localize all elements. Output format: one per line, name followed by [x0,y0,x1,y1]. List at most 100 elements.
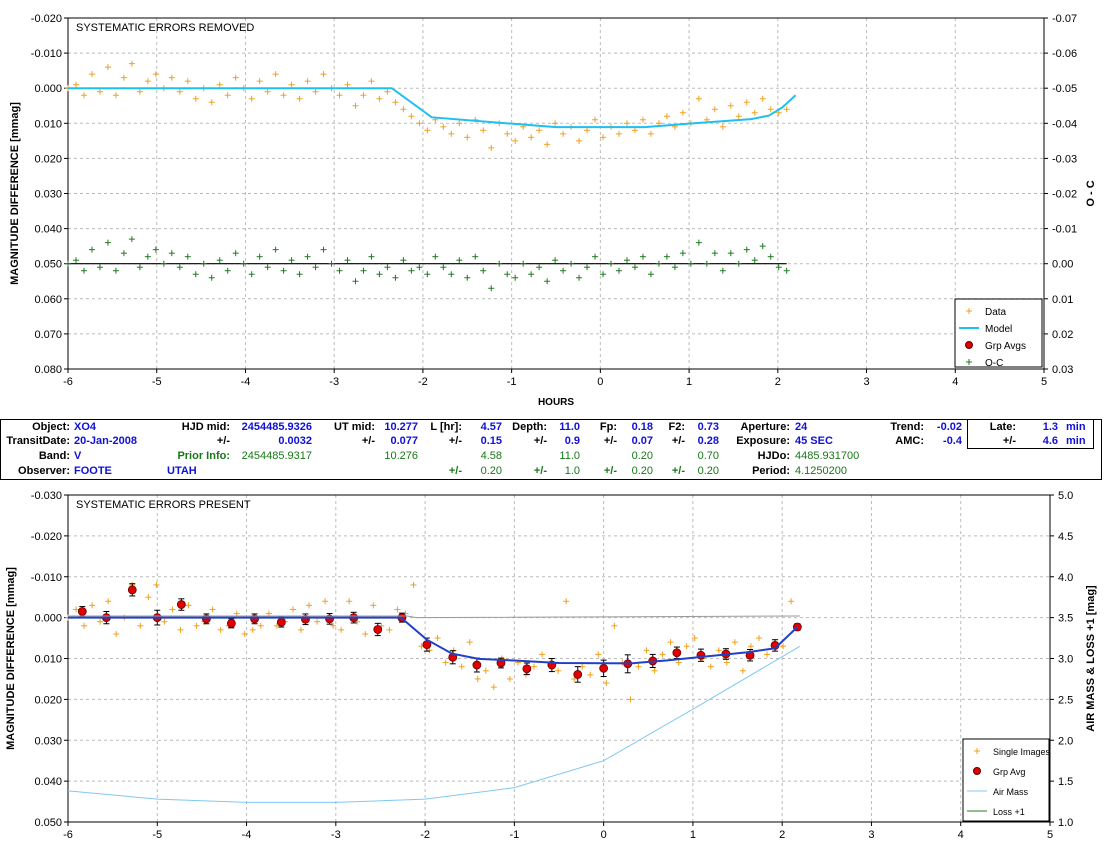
y-tick-label: -0.020 [31,531,62,543]
late-err-value: 4.6 [1042,435,1058,447]
exposure-label: Exposure: [736,435,790,447]
object-value: XO4 [74,421,97,433]
ut-mid-label: UT mid: [334,421,375,433]
o-c-point [160,260,167,267]
x-tick-label: -1 [507,376,517,388]
f2-prior-value: 0.70 [697,450,719,462]
chart-title: SYSTEMATIC ERRORS PRESENT [76,499,251,511]
y2-tick-label: 5.0 [1058,490,1073,502]
o-c-point [671,264,678,271]
data-point [264,88,271,95]
data-point [96,88,103,95]
y-tick-label: 0.040 [34,776,62,788]
o-c-point [280,267,287,274]
o-c-point [248,271,255,278]
single-images-point [338,626,345,633]
bottom-chart: -6 -5 -4 -3 -2 -1 0 1 2 3 4 5 -0.030 -0.020 -0.010 0.00… [5,490,1097,841]
single-images-point [755,635,762,642]
o-c-point [520,260,527,267]
l-prior-err-label: +/- [448,465,462,477]
y2-tick-label: 0.01 [1052,294,1073,306]
single-images-point [482,667,489,674]
data-point [623,120,630,127]
f2-label: F2: [668,421,686,433]
hjd-err-label: +/- [216,435,230,447]
data-point [663,113,670,120]
o-c-point [480,267,487,274]
o-c-point [456,257,463,264]
legend: Single Images Grp Avg Air Mass Loss +1 [962,738,1051,822]
l-prior-value: 4.58 [480,450,502,462]
l-label: L [hr]: [430,421,462,433]
y-tick-label: 0.000 [34,83,62,95]
y2-tick-label: 3.0 [1058,654,1073,666]
o-c-point [623,257,630,264]
x-tick-label: -3 [329,376,339,388]
fp-err-label: +/- [603,435,617,447]
amc-label: AMC: [895,435,924,447]
depth-label: Depth: [512,421,547,433]
o-c-point [496,260,503,267]
y-tick-label: 0.020 [34,694,62,706]
data-point [144,78,151,85]
grp-avg-point [573,666,583,683]
y2-tick-label: -0.03 [1052,153,1077,165]
grp-avg-point [547,658,557,673]
single-images-point [683,643,690,650]
period-value: 4.1250200 [795,465,847,477]
o-c-point [472,253,479,260]
o-c-point [352,278,359,285]
y2-tick-label: 1.5 [1058,776,1073,788]
single-images-point [659,651,666,658]
data-point [735,113,742,120]
data-point [751,109,758,116]
o-c-point [631,264,638,271]
o-c-point [568,260,575,267]
aperture-value: 24 [795,421,808,433]
o-c-point [288,257,295,264]
single-images-point [747,643,754,650]
data-point [576,137,583,144]
f2-value: 0.73 [697,421,719,433]
ut-err-label: +/- [361,435,375,447]
depth-err-label: +/- [533,435,547,447]
data-point [208,99,215,106]
ut-err-value: 0.077 [390,435,418,447]
data-point [424,127,431,134]
y2-tick-label: 0.03 [1052,364,1073,376]
o-c-point [464,274,471,281]
single-images-point [386,626,393,633]
data-point [384,88,391,95]
data-point [512,137,519,144]
single-images-point [97,618,104,625]
y-tick-label: 0.020 [34,153,62,165]
data-point [647,130,654,137]
o-c-point [200,260,207,267]
depth-prior-err-value: 1.0 [564,465,580,477]
band-value: V [74,450,82,462]
y2-tick-label: 2.5 [1058,694,1073,706]
single-images-point [715,647,722,654]
grp-avg-point [522,662,532,675]
single-images-point [113,630,120,637]
y-tick-label: 0.010 [34,654,62,666]
legend-label-air-mass: Air Mass [993,787,1029,797]
x-tick-label: 2 [775,376,781,388]
data-point [488,144,495,151]
y-tick-label: 0.050 [34,817,62,829]
l-err-value: 0.15 [480,435,502,447]
o-c-point [232,250,239,257]
f2-err-value: 0.28 [697,435,719,447]
grp-avg-point [325,613,334,625]
data-point [112,92,119,99]
single-images-point [169,606,176,613]
y-tick-label: 0.060 [34,294,62,306]
x-tick-label: -6 [63,376,73,388]
data-point [408,113,415,120]
single-images-point [314,618,321,625]
x-tick-label: -6 [63,829,73,841]
data-point [280,92,287,99]
period-label: Period: [752,465,790,477]
late-label: Late: [989,421,1016,433]
o-c-point [392,274,399,281]
